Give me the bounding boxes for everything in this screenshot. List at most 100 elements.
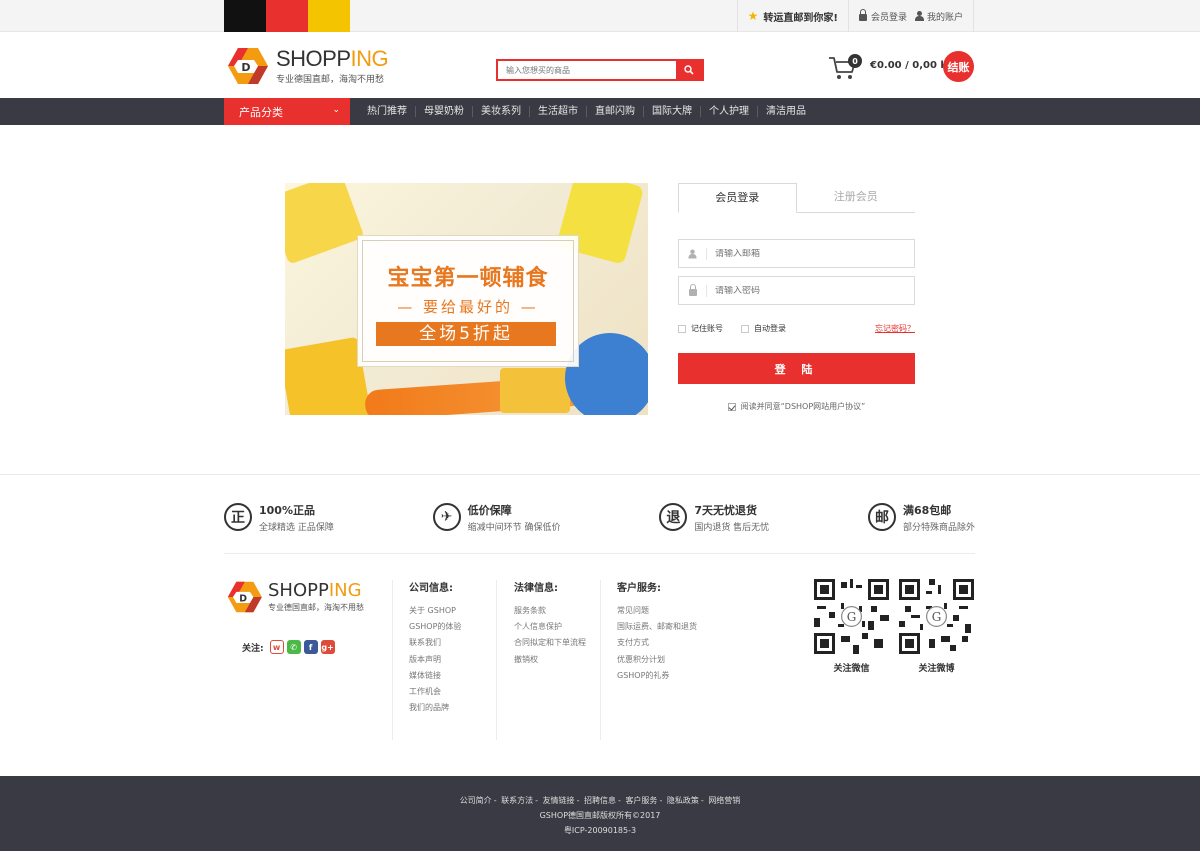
agree-checkbox[interactable] xyxy=(727,402,736,411)
category-label: 产品分类 xyxy=(239,105,283,119)
bottom-links: 公司简介 - 联系方法 - 友情链接 - 招聘信息 - 客户服务 - 隐私政策 - 网络营销 xyxy=(459,796,741,805)
follow-label: 关注: xyxy=(242,643,264,654)
nav-link[interactable]: 个人护理 xyxy=(701,106,758,117)
cart-button[interactable]: 0 xyxy=(828,52,862,82)
login-tabs: 会员登录 注册会员 xyxy=(678,183,915,213)
password-input[interactable] xyxy=(707,285,914,296)
feature-title: 满68包邮 xyxy=(902,503,952,517)
search-input[interactable] xyxy=(498,61,676,79)
forgot-password-link[interactable]: 忘记密码？ xyxy=(875,323,915,334)
divider xyxy=(496,580,497,740)
footer-link[interactable]: GSHOP的礼券 xyxy=(617,668,697,684)
top-bar: ★ 转运直邮到你家! 会员登录 我的账户 xyxy=(0,0,1200,32)
footer-link[interactable]: 版本声明 xyxy=(409,652,461,668)
email-input[interactable] xyxy=(707,248,914,259)
bottom-link[interactable]: 联系方法 xyxy=(501,796,533,805)
promo-link[interactable]: ★ 转运直邮到你家! xyxy=(736,0,848,32)
agreement: 阅读并同意“DSHOP网站用户协议” xyxy=(678,401,915,412)
facebook-icon[interactable]: f xyxy=(303,640,318,654)
banner-discount: 全场5折起 xyxy=(376,322,556,346)
tab-member-login[interactable]: 会员登录 xyxy=(678,183,797,213)
wechat-icon[interactable]: ✆ xyxy=(286,640,301,654)
header: D SHOPPING 专业德国直邮，海淘不用愁 0 €0.00 / 0,00 k… xyxy=(0,32,1200,98)
footer-heading: 公司信息: xyxy=(409,583,453,594)
login-link-text: 会员登录 xyxy=(870,12,907,23)
banner-headline: 宝宝第一顿辅食 xyxy=(387,266,549,291)
wechat-qr: G 关注微信 xyxy=(814,579,889,674)
footer-link[interactable]: 撤销权 xyxy=(514,652,586,668)
login-link[interactable]: 会员登录 我的账户 xyxy=(847,0,974,32)
bottom-link[interactable]: 友情链接 xyxy=(543,796,575,805)
checkout-button[interactable]: 结账 xyxy=(943,51,974,82)
footer-link[interactable]: 联系我们 xyxy=(409,635,461,651)
bottom-link[interactable]: 客户服务 xyxy=(625,796,657,805)
footer-service: 客户服务: 常见问题 国际运费、邮寄和退货 支付方式 优惠积分计划 GSHOP的… xyxy=(617,579,697,684)
feature-subtitle: 部分特殊商品除外 xyxy=(902,522,975,533)
footer-heading: 客户服务: xyxy=(617,583,661,594)
svg-text:D: D xyxy=(241,61,250,74)
footer-link[interactable]: 优惠积分计划 xyxy=(617,652,697,668)
footer-link[interactable]: 工作机会 xyxy=(409,684,461,700)
promo-banner[interactable]: 宝宝第一顿辅食 — 要给最好的 — 全场5折起 xyxy=(285,183,648,415)
footer-link[interactable]: GSHOP的体验 xyxy=(409,619,461,635)
top-links: ★ 转运直邮到你家! 会员登录 我的账户 xyxy=(736,0,974,32)
logo[interactable]: D SHOPPING 专业德国直邮，海淘不用愁 xyxy=(224,46,389,86)
footer-link[interactable]: 关于 GSHOP xyxy=(409,603,461,619)
nav-link[interactable]: 生活超市 xyxy=(530,106,587,117)
svg-text:D: D xyxy=(239,593,247,604)
footer-link[interactable]: 服务条款 xyxy=(514,603,586,619)
login-section: 宝宝第一顿辅食 — 要给最好的 — 全场5折起 会员登录 注册会员 记住账号 自… xyxy=(0,125,1200,475)
feature-item: 邮 满68包邮部分特殊商品除外 xyxy=(867,497,975,537)
lock-icon xyxy=(679,283,707,297)
logo-slogan: 专业德国直邮，海淘不用愁 xyxy=(276,74,385,85)
banner-decor xyxy=(500,368,570,413)
remember-checkbox[interactable] xyxy=(678,324,686,333)
footer-link[interactable]: 支付方式 xyxy=(617,635,697,651)
svg-text:G: G xyxy=(847,610,857,624)
footer-link[interactable]: 常见问题 xyxy=(617,603,697,619)
search-bar xyxy=(496,59,704,81)
login-button[interactable]: 登 陆 xyxy=(678,353,915,384)
footer-logo-name: SHOPPING xyxy=(268,579,362,601)
nav-link[interactable]: 国际大牌 xyxy=(644,106,701,117)
nav-link[interactable]: 热门推荐 xyxy=(359,106,416,117)
feature-title: 低价保障 xyxy=(467,503,512,517)
search-icon xyxy=(684,65,694,75)
account-link-text[interactable]: 我的账户 xyxy=(927,10,963,23)
user-icon xyxy=(679,247,707,260)
german-flag xyxy=(224,0,350,32)
nav-link[interactable]: 母婴奶粉 xyxy=(416,106,473,117)
nav-link[interactable]: 直邮闪购 xyxy=(587,106,644,117)
bottom-link[interactable]: 隐私政策 xyxy=(667,796,699,805)
airplane-icon: ✈ xyxy=(432,503,461,531)
bottom-link[interactable]: 公司简介 xyxy=(460,796,492,805)
footer-link[interactable]: 媒体链接 xyxy=(409,668,461,684)
email-field xyxy=(678,239,915,268)
nav-link[interactable]: 清洁用品 xyxy=(758,106,814,117)
footer-company: 公司信息: 关于 GSHOP GSHOP的体验 联系我们 版本声明 媒体链接 工… xyxy=(409,579,461,716)
googleplus-icon[interactable]: g+ xyxy=(320,640,335,654)
auto-login-checkbox[interactable] xyxy=(741,324,749,333)
footer-link[interactable]: 国际运费、邮寄和退货 xyxy=(617,619,697,635)
star-icon: ★ xyxy=(747,9,759,23)
footer-link[interactable]: 我们的品牌 xyxy=(409,700,461,716)
shipping-icon: 邮 xyxy=(867,503,896,531)
footer-logo[interactable]: D SHOPPING 专业德国直邮，海淘不用愁 xyxy=(224,580,364,614)
footer-link[interactable]: 个人信息保护 xyxy=(514,619,586,635)
weibo-icon[interactable]: w xyxy=(269,640,284,654)
main-nav: 产品分类 ⌄ 热门推荐 母婴奶粉 美妆系列 生活超市 直邮闪购 国际大牌 个人护… xyxy=(0,98,1200,125)
promo-text: 转运直邮到你家! xyxy=(763,12,838,24)
banner-decor xyxy=(285,183,365,265)
qr-caption: 关注微信 xyxy=(833,664,870,674)
feature-subtitle: 全球精选 正品保障 xyxy=(259,522,334,533)
copyright: GSHOP德国直邮版权所有©2017 xyxy=(539,811,661,820)
tab-register[interactable]: 注册会员 xyxy=(797,183,916,212)
search-button[interactable] xyxy=(676,61,702,79)
footer-link[interactable]: 合同拟定和下单流程 xyxy=(514,635,586,651)
feature-title: 100%正品 xyxy=(259,503,315,517)
bottom-link[interactable]: 网络营销 xyxy=(708,796,740,805)
nav-link[interactable]: 美妆系列 xyxy=(473,106,530,117)
category-menu[interactable]: 产品分类 ⌄ xyxy=(224,98,350,125)
bottom-link[interactable]: 招聘信息 xyxy=(584,796,616,805)
icp-number: 粤ICP-20090185-3 xyxy=(563,826,637,835)
